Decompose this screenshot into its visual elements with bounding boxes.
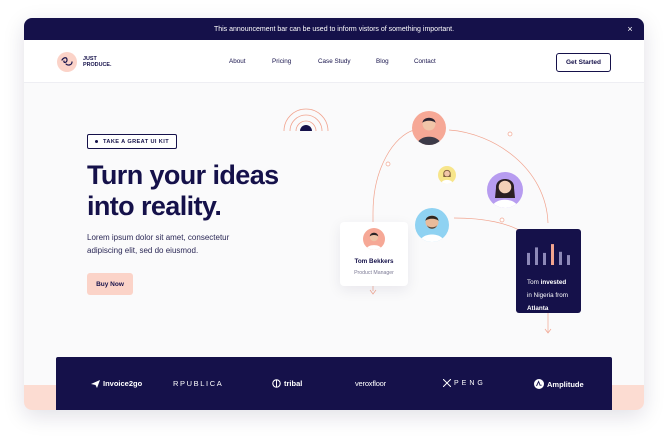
person-icon (492, 179, 518, 208)
browser-frame: This announcement bar can be used to inf… (24, 18, 644, 410)
close-icon[interactable]: × (624, 23, 636, 35)
brand-name: JUST PRODUCE. (83, 55, 112, 69)
partner-logos: Invoice2go RPUBLICA tribal veroxfloor PE… (56, 357, 612, 410)
logo-tribal[interactable]: tribal (272, 379, 302, 388)
nav-case-study[interactable]: Case Study (318, 58, 351, 65)
site-header: JUST PRODUCE. About Pricing Case Study B… (24, 40, 644, 83)
hero-subtitle-line-1: Lorem ipsum dolor sit amet, consectetur (87, 233, 230, 242)
logo-amplitude[interactable]: Amplitude (534, 379, 584, 389)
investment-card: Tom invested in Nigeria from Atlanta (516, 229, 581, 313)
profile-role: Product Manager (354, 270, 394, 276)
hero-title: Turn your ideas into reality. (87, 160, 317, 222)
nav-about[interactable]: About (229, 58, 245, 65)
buy-now-button[interactable]: Buy Now (87, 273, 133, 295)
get-started-button[interactable]: Get Started (556, 53, 611, 72)
invested-verb: invested (540, 279, 567, 286)
hero-subtitle: Lorem ipsum dolor sit amet, consectetur … (87, 231, 277, 257)
badge-text: TAKE A GREAT UI KIT (103, 138, 170, 145)
logo-rpublica[interactable]: RPUBLICA (173, 379, 223, 388)
investment-line-2: in Nigeria from (527, 292, 568, 299)
person-icon (441, 169, 453, 184)
squiggle-icon (57, 52, 77, 72)
logo-tribal-text: tribal (284, 379, 303, 388)
profile-name: Tom Bekkers (354, 258, 394, 265)
mini-bar (551, 244, 554, 265)
avatar-woman-small (438, 166, 456, 184)
investment-line-1: Tom invested (527, 279, 566, 286)
signal-arcs-icon (283, 108, 329, 132)
mini-bar (559, 251, 562, 265)
avatar-man-center (415, 208, 449, 242)
person-icon (417, 117, 441, 145)
logo-veroxfloor-text: veroxfloor (355, 379, 386, 388)
hero-badge: TAKE A GREAT UI KIT (87, 134, 178, 149)
profile-card: Tom Bekkers Product Manager (340, 222, 408, 286)
hero-title-line-1: Turn your ideas (87, 160, 279, 190)
mini-bar (567, 255, 570, 265)
avatar-tom (363, 228, 385, 250)
mini-bar (527, 252, 530, 265)
paper-plane-icon (91, 379, 100, 388)
nav-pricing[interactable]: Pricing (272, 58, 291, 65)
tribal-circle-icon (272, 379, 281, 388)
brand-logo[interactable]: JUST PRODUCE. (57, 52, 113, 72)
nav-contact[interactable]: Contact (414, 58, 436, 65)
logo-amplitude-text: Amplitude (547, 379, 584, 389)
logo-peng-text: PENG (454, 379, 486, 387)
investment-line-3: Atlanta (527, 305, 549, 312)
logo-peng[interactable]: PENG (443, 379, 486, 387)
announcement-text: This announcement bar can be used to inf… (213, 25, 455, 33)
mini-bar (543, 252, 546, 265)
person-icon (366, 232, 382, 250)
logo-rpublica-text: RPUBLICA (173, 379, 224, 388)
hero-subtitle-line-2: adipiscing elit, sed do eiusmod. (87, 246, 199, 255)
badge-dot (95, 140, 98, 143)
mini-bar (535, 247, 538, 265)
hero-title-line-2: into reality. (87, 191, 222, 221)
logo-veroxfloor[interactable]: veroxfloor (355, 379, 386, 388)
avatar-woman-right (487, 172, 523, 208)
amplitude-icon (534, 379, 544, 389)
person-icon (420, 215, 444, 242)
mini-bar-chart (527, 244, 570, 265)
nav-blog[interactable]: Blog (376, 58, 389, 65)
investor-name: Tom (527, 279, 539, 286)
logo-invoice2go[interactable]: Invoice2go (91, 379, 142, 388)
avatar-man-top (412, 111, 446, 145)
announcement-bar: This announcement bar can be used to inf… (24, 18, 644, 40)
peng-x-icon (443, 379, 451, 387)
logo-invoice2go-text: Invoice2go (103, 379, 143, 388)
